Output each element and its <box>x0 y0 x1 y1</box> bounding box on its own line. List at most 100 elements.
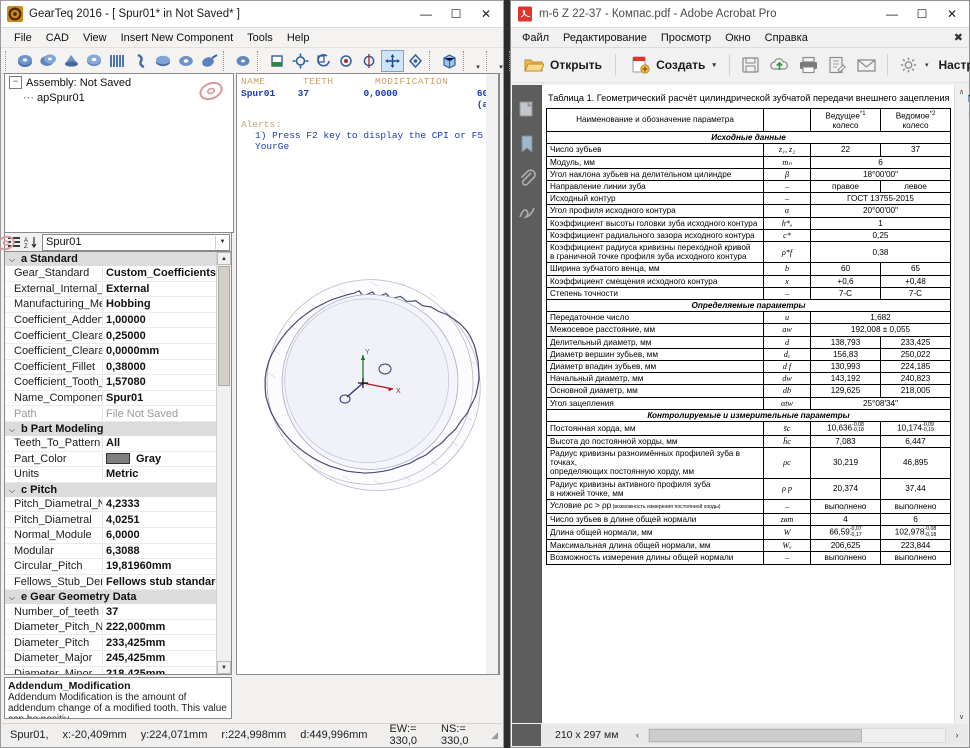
property-category[interactable]: ⌵ c Pitch <box>5 482 217 497</box>
scroll-right-button[interactable]: › <box>946 728 968 743</box>
property-category[interactable]: ⌵ a Standard <box>5 252 217 266</box>
property-row[interactable]: Modular 6,3088 <box>5 544 217 560</box>
property-row[interactable]: Diameter_Pitch_Norm222,000mm <box>5 620 217 636</box>
pdf-vertical-scrollbar[interactable]: ∧ ∨ <box>954 85 968 723</box>
pdf-horizontal-scrollbar[interactable] <box>648 727 946 743</box>
spline-icon[interactable] <box>129 50 152 72</box>
property-value[interactable]: 222,000mm <box>103 621 217 633</box>
menu-help[interactable]: Help <box>280 31 317 45</box>
scroll-up-button[interactable]: ▲ <box>217 252 231 265</box>
print-icon[interactable] <box>794 53 823 77</box>
ratchet-icon[interactable] <box>232 50 255 72</box>
toolbar-overflow-1[interactable]: ▾ <box>472 51 484 71</box>
property-row[interactable]: Coefficient_Addendu1,00000 <box>5 313 217 329</box>
pan-view-icon[interactable] <box>312 50 335 72</box>
gear-icon[interactable] <box>894 53 923 77</box>
cam-icon[interactable] <box>198 50 221 72</box>
3d-viewport[interactable]: NAME TEETH MODIFICATION RPM Spur01 37 0,… <box>236 73 500 675</box>
minimize-button[interactable]: — <box>411 1 441 27</box>
assembly-tree[interactable]: − Assembly: Not Saved ⋯ apSpur01 <box>4 73 234 233</box>
iso-view-icon[interactable] <box>438 50 461 72</box>
menu-window[interactable]: Окно <box>718 31 758 45</box>
scroll-down-button[interactable]: ▼ <box>217 661 231 674</box>
property-value[interactable]: 0,0000mm <box>103 345 217 357</box>
property-row[interactable]: Gear_Standard Custom_Coefficients <box>5 266 217 282</box>
menu-edit[interactable]: Редактирование <box>556 31 654 45</box>
property-value[interactable]: 19,81960mm <box>103 560 217 572</box>
property-row[interactable]: Path File Not Saved <box>5 406 217 422</box>
property-value[interactable]: 4,0251 <box>103 514 217 526</box>
close-button[interactable]: ✕ <box>471 1 501 27</box>
property-value[interactable]: External <box>103 283 217 295</box>
component-selector[interactable]: Spur01 ▼ <box>42 233 230 251</box>
menu-tools[interactable]: Tools <box>240 31 280 45</box>
property-row[interactable]: Coefficient_Clearanc0,25000 <box>5 328 217 344</box>
property-row[interactable]: Diameter_Pitch 233,425mm <box>5 635 217 652</box>
property-value[interactable]: 0,38000 <box>103 361 217 373</box>
toolbar-overflow-2[interactable]: ▾ <box>495 51 507 71</box>
property-row[interactable]: Manufacturing_MethoHobbing <box>5 297 217 313</box>
property-value[interactable]: Fellows stub standard is <box>103 576 217 588</box>
chevron-down-icon[interactable]: ⌵ <box>9 592 15 604</box>
save-icon[interactable] <box>736 53 765 77</box>
property-value[interactable]: All <box>103 437 217 449</box>
section-icon[interactable] <box>358 50 381 72</box>
menu-file[interactable]: File <box>7 31 39 45</box>
property-row[interactable]: Units Metric <box>5 467 217 483</box>
property-row[interactable]: Diameter_Minor 218,425mm <box>5 667 217 674</box>
zoom-target-icon[interactable] <box>335 50 358 72</box>
solid-export-icon[interactable] <box>266 50 289 72</box>
chevron-down-icon[interactable]: ▼ <box>215 235 229 249</box>
property-row[interactable]: External_Internal_RaExternal <box>5 282 217 298</box>
signatures-icon[interactable] <box>512 195 541 229</box>
property-value[interactable]: 245,425mm <box>103 652 217 664</box>
property-grid[interactable]: ⌵ a Standard Gear_Standard Custom_Coefficie… <box>4 251 232 675</box>
gear-bevel-icon[interactable] <box>60 50 83 72</box>
property-value[interactable]: 6,3088 <box>103 545 217 557</box>
tree-collapse-icon[interactable]: − <box>9 76 22 89</box>
rack-icon[interactable] <box>106 50 129 72</box>
email-icon[interactable] <box>852 53 881 77</box>
property-value[interactable]: 4,2333 <box>103 498 217 510</box>
property-value[interactable]: 233,425mm <box>103 637 217 649</box>
scroll-left-button[interactable]: ‹ <box>626 728 648 743</box>
close-button[interactable]: ✕ <box>937 1 967 27</box>
color-swatch[interactable] <box>106 453 130 465</box>
settings-chevron-down-icon[interactable]: ▾ <box>925 61 929 69</box>
property-row[interactable]: Diameter_Major 245,425mm <box>5 651 217 667</box>
chevron-down-icon[interactable]: ▾ <box>712 61 716 69</box>
property-grid-scrollbar[interactable]: ▲ ▼ <box>216 252 231 674</box>
property-row[interactable]: Coefficient_Tooth_Th1,57080 <box>5 375 217 391</box>
scroll-down-button[interactable]: ∨ <box>955 710 968 723</box>
move-icon[interactable] <box>381 49 404 72</box>
property-row[interactable]: Circular_Pitch 19,81960mm <box>5 559 217 575</box>
chevron-down-icon[interactable]: ⌵ <box>9 424 15 436</box>
rotate-view-icon[interactable] <box>289 50 312 72</box>
property-value[interactable]: 6,0000 <box>103 529 217 541</box>
property-category[interactable]: ⌵ e Gear Geometry Data <box>5 590 217 605</box>
bookmarks-icon[interactable] <box>512 127 541 161</box>
gear-pair-icon[interactable] <box>37 50 60 72</box>
pulley-icon[interactable] <box>152 50 175 72</box>
sprocket-icon[interactable] <box>175 50 198 72</box>
property-value[interactable]: Spur01 <box>103 392 217 404</box>
property-row[interactable]: Pitch_Diametral 4,0251 <box>5 512 217 528</box>
property-row[interactable]: Pitch_Diametral_Norm4,2333 <box>5 497 217 513</box>
property-row[interactable]: Name_Component Spur01 <box>5 391 217 407</box>
property-value[interactable]: Gray <box>103 453 217 465</box>
property-row[interactable]: Normal_Module 6,0000 <box>5 528 217 544</box>
property-value[interactable]: 0,25000 <box>103 330 217 342</box>
chevron-down-icon[interactable]: ⌵ <box>9 254 15 266</box>
page-thumbnails-icon[interactable] <box>512 93 541 127</box>
cloud-upload-icon[interactable] <box>765 53 794 77</box>
property-row[interactable]: Coefficient_Fillet 0,38000 <box>5 360 217 376</box>
sort-az-icon[interactable]: AZ <box>22 234 39 251</box>
pdf-page-view[interactable]: Таблица 1. Геометрический расчёт цилиндр… <box>541 85 968 723</box>
scroll-up-button[interactable]: ∧ <box>955 85 968 98</box>
maximize-button[interactable]: ☐ <box>441 1 471 27</box>
menu-file[interactable]: Файл <box>515 31 556 45</box>
property-row[interactable]: Teeth_To_Pattern All <box>5 436 217 452</box>
chevron-down-icon[interactable]: ⌵ <box>9 485 15 497</box>
property-row[interactable]: Coefficient_Clearanc0,0000mm <box>5 344 217 360</box>
gear-stack-icon[interactable] <box>14 50 37 72</box>
